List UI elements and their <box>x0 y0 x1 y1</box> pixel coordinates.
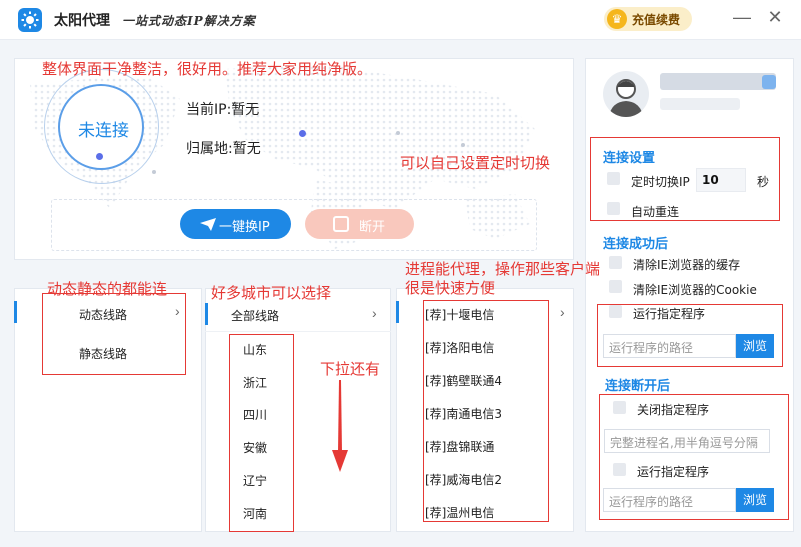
recharge-label: 充值续费 <box>632 13 681 27</box>
recharge-button[interactable]: ♛ 充值续费 <box>604 7 692 31</box>
annotation-box <box>229 334 294 532</box>
annotation-text: 很是快速方便 <box>405 279 496 297</box>
username-redacted <box>660 73 776 90</box>
app-slogan: 一站式动态IP解决方案 <box>122 14 256 28</box>
switch-ip-button[interactable]: 一键换IP <box>180 209 291 239</box>
button-area <box>51 199 537 251</box>
chevron-right-icon: › <box>372 305 377 321</box>
chevron-right-icon: › <box>560 304 565 320</box>
title-bar: 太阳代理 一站式动态IP解决方案 ♛ 充值续费 — ✕ <box>0 0 801 40</box>
annotation-box <box>599 394 789 520</box>
sun-logo-icon <box>18 8 42 32</box>
user-avatar-icon <box>609 79 643 117</box>
minimize-button[interactable]: — <box>731 6 753 28</box>
active-indicator <box>396 301 399 323</box>
after-disconnect-title: 连接断开后 <box>605 379 671 394</box>
connection-status: 未连接 <box>78 121 129 141</box>
close-button[interactable]: ✕ <box>764 6 786 28</box>
crown-icon: ♛ <box>607 9 627 29</box>
app-title: 太阳代理 <box>54 13 110 29</box>
ring-dot-icon <box>96 153 103 160</box>
after-connect-title: 连接成功后 <box>603 237 669 252</box>
location-dot-icon <box>461 143 465 147</box>
switch-ip-label: 一键换IP <box>219 220 270 235</box>
active-indicator <box>205 303 208 325</box>
annotation-text: 整体界面干净整洁，很好用。推荐大家用纯净版。 <box>42 60 373 78</box>
annotation-text: 可以自己设置定时切换 <box>400 154 551 172</box>
annotation-text: 好多城市可以选择 <box>211 284 332 302</box>
clear-cookie-checkbox[interactable] <box>609 280 622 293</box>
annotation-box <box>590 137 780 221</box>
clear-cookie-label: 清除IE浏览器的Cookie <box>633 283 757 297</box>
region-all[interactable]: 全部线路 <box>231 307 279 324</box>
disconnect-label: 断开 <box>359 220 386 235</box>
clear-cache-checkbox[interactable] <box>609 256 622 269</box>
current-ip: 当前IP:暂无 <box>186 102 260 118</box>
location-dot-icon <box>396 131 400 135</box>
divider <box>205 331 391 332</box>
vip-badge-icon <box>762 75 776 89</box>
account-info-redacted <box>660 98 740 110</box>
arrow-down-icon <box>332 380 348 472</box>
location-dot-icon <box>299 130 306 137</box>
disconnect-icon <box>333 216 349 232</box>
annotation-box <box>42 293 186 375</box>
annotation-text: 下拉还有 <box>320 360 381 378</box>
active-indicator <box>14 301 17 323</box>
ip-location: 归属地:暂无 <box>186 141 261 157</box>
annotation-text: 进程能代理，操作那些客户端 <box>405 260 601 278</box>
location-dot-icon <box>152 170 156 174</box>
annotation-box <box>423 300 549 522</box>
annotation-text: 动态静态的都能连 <box>47 280 168 298</box>
clear-cache-label: 清除IE浏览器的缓存 <box>633 258 741 272</box>
disconnect-button[interactable]: 断开 <box>305 209 414 239</box>
avatar <box>603 71 649 117</box>
paper-plane-icon <box>200 218 216 231</box>
annotation-box <box>597 304 783 367</box>
